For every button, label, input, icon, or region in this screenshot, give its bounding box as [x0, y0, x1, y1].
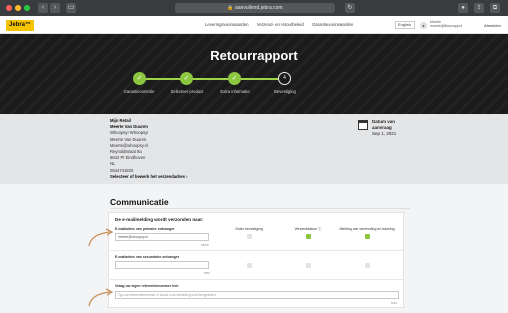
annotation-arrow-1 — [88, 228, 114, 247]
jebra-logo[interactable]: Jebra™ — [6, 20, 34, 31]
notification-card: De e-mailmelding wordt verzonden naar: O… — [108, 212, 404, 308]
page-title: Retourrapport — [210, 48, 298, 63]
progress-line — [139, 78, 286, 80]
account-email: moerie@illusoopy.nl — [430, 24, 463, 29]
reference-counter: 0/30 — [391, 301, 397, 305]
tabs-icon[interactable]: ⧉ — [490, 3, 500, 13]
primary-email-counter: 18/50 — [201, 243, 209, 247]
reload-icon[interactable]: ↻ — [345, 3, 355, 13]
calendar-icon — [358, 120, 368, 130]
site-header: Jebra™ Leveringsvoorwaarden Verzend- en … — [0, 16, 508, 34]
secondary-email-input[interactable] — [115, 261, 209, 269]
secondary-email-counter: 0/50 — [204, 271, 210, 275]
step-4-indicator: 4 — [278, 72, 291, 85]
column-ship-date: Verzenddatum ⓘ — [294, 227, 322, 231]
minimize-window-button[interactable] — [15, 5, 21, 11]
share-icon[interactable]: ⇪ — [474, 3, 484, 13]
zoom-window-button[interactable] — [24, 5, 30, 11]
step-3-check-icon: ✓ — [228, 72, 241, 85]
reference-label: Vraag uw eigen referentienummer hier — [115, 284, 179, 288]
date-value: Sep 1, 2021 — [372, 131, 397, 136]
nav-link-garantie[interactable]: Garantievoorwaarden — [312, 22, 353, 27]
top-nav: Leveringsvoorwaarden Verzend- en retourb… — [205, 22, 360, 27]
primary-email-input[interactable]: meerte@whoopsy.nl — [115, 233, 209, 241]
checkbox-shipdate-secondary[interactable] — [306, 263, 311, 268]
request-date: Datum van aanvraag Sep 1, 2021 — [372, 119, 396, 137]
checkbox-order-secondary[interactable] — [247, 263, 252, 268]
checkbox-tracking-primary[interactable] — [365, 234, 370, 239]
step-1-check-icon: ✓ — [133, 72, 146, 85]
column-order-confirmation: Order bevestiging — [235, 227, 263, 231]
section-title: Communicatie — [110, 197, 169, 207]
checkbox-shipdate-primary[interactable] — [306, 234, 311, 239]
address-panel: Mijn Retail Meerte Van Duuren Whoopsy! W… — [0, 114, 508, 184]
step-label-4: Bevestiging — [274, 89, 296, 94]
close-window-button[interactable] — [6, 5, 12, 11]
browser-toolbar: ‹ › ▭ 🔒 aanvullend.jebra.com ↻ ● ⇪ ⧉ — [0, 0, 508, 16]
checkbox-tracking-secondary[interactable] — [365, 263, 370, 268]
checkbox-order-primary[interactable] — [247, 234, 252, 239]
row-divider — [110, 250, 404, 251]
address-bar[interactable]: 🔒 aanvullend.jebra.com — [175, 3, 335, 13]
step-2-check-icon: ✓ — [180, 72, 193, 85]
url-text: 🔒 aanvullend.jebra.com — [227, 5, 283, 11]
account-info: Moerie moerie@illusoopy.nl — [430, 20, 462, 28]
reference-input[interactable]: Typ uw referentienummer in zodat u uw be… — [115, 291, 399, 299]
download-icon[interactable]: ● — [458, 3, 468, 13]
back-icon[interactable]: ‹ — [38, 3, 48, 13]
sidebar-toggle-icon[interactable]: ▭ — [66, 3, 76, 13]
card-heading: De e-mailmelding wordt verzonden naar: — [115, 217, 204, 222]
forward-icon[interactable]: › — [50, 3, 60, 13]
column-tracking: Melding van verzending en tracking — [339, 227, 395, 231]
hero-banner: Retourrapport ✓ ✓ ✓ 4 Garantiecontrole S… — [0, 34, 508, 114]
edit-address-link[interactable]: Selecteer of bewerk het verzendadres › — [110, 174, 188, 180]
language-select[interactable]: English — [395, 21, 415, 29]
nav-link-voorwaarden[interactable]: Leveringsvoorwaarden — [205, 22, 248, 27]
nav-link-retourbeleid[interactable]: Verzend- en retourbeleid — [257, 22, 304, 27]
shipping-address: Mijn Retail Meerte Van Duuren Whoopsy! W… — [110, 118, 188, 180]
logout-link[interactable]: Afmelden — [484, 23, 501, 28]
secondary-email-label: E-mailadres van secundaire ontvanger — [115, 255, 180, 259]
primary-email-label: E-mailadres van primaire ontvanger — [115, 227, 175, 231]
user-avatar-icon[interactable]: ● — [420, 22, 427, 29]
section-divider — [110, 208, 410, 209]
annotation-arrow-2 — [88, 288, 114, 307]
row-divider — [110, 279, 404, 280]
